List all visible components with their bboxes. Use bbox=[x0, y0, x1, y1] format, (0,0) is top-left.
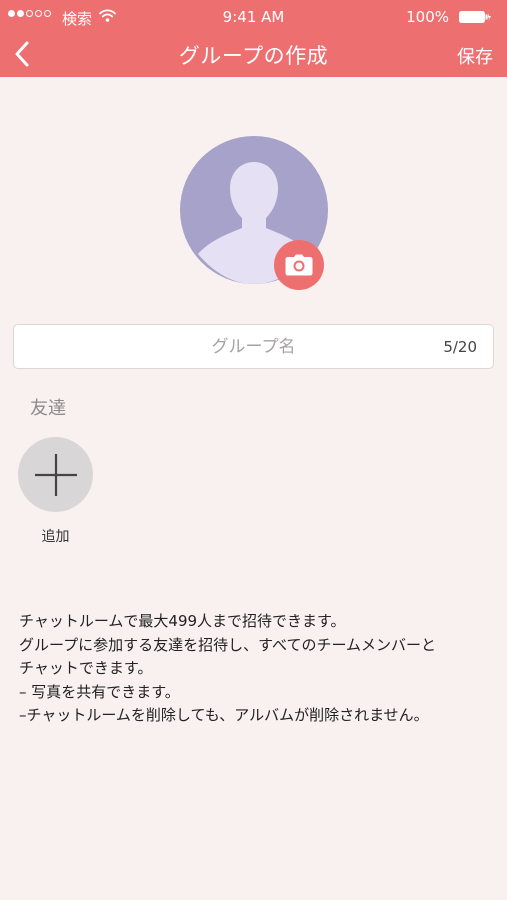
group-name-input[interactable] bbox=[14, 325, 493, 368]
friends-section-label: 友達 bbox=[30, 398, 66, 419]
status-bar: 検索 9:41 AM 100% bbox=[0, 0, 507, 34]
page-title: グループの作成 bbox=[178, 44, 329, 68]
add-friend-button[interactable] bbox=[18, 437, 93, 512]
battery-percent: 100% bbox=[406, 8, 449, 26]
battery-icon bbox=[459, 11, 491, 23]
add-friend-label: 追加 bbox=[41, 529, 70, 545]
char-counter: 5/20 bbox=[443, 338, 477, 356]
note-line: –チャットルームを削除しても、アルバムが削除されません。 bbox=[19, 706, 429, 724]
info-notes: チャットルームで最大499人まで招待できます。 グループに参加する友達を招待し、… bbox=[19, 610, 499, 728]
note-line: – 写真を共有できます。 bbox=[19, 682, 180, 701]
plus-icon bbox=[34, 453, 77, 496]
note-line: グループに参加する友達を招待し、すべてのチームメンバーと bbox=[19, 635, 437, 654]
note-line: チャットできます。 bbox=[19, 659, 153, 677]
camera-icon bbox=[285, 254, 313, 276]
save-button[interactable]: 保存 bbox=[457, 43, 493, 69]
group-name-field[interactable]: 5/20 bbox=[13, 324, 494, 369]
camera-button[interactable] bbox=[274, 240, 324, 290]
note-line: チャットルームで最大499人まで招待できます。 bbox=[19, 612, 346, 630]
app-header: 検索 9:41 AM 100% グループの作成 保存 bbox=[0, 0, 507, 77]
